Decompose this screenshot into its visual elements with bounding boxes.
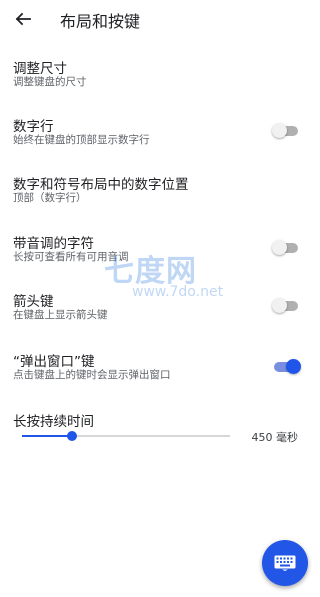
- number-row-switch[interactable]: [272, 122, 300, 140]
- slider-fill: [22, 435, 72, 437]
- setting-subtitle: 点击键盘上的键时会显示弹出窗口: [13, 369, 171, 381]
- keyboard-fab[interactable]: [262, 540, 308, 586]
- long-press-slider[interactable]: [22, 429, 230, 443]
- setting-number-row[interactable]: 数字行 始终在键盘的顶部显示数字行: [0, 110, 320, 150]
- setting-subtitle: 调整键盘的尺寸: [13, 76, 87, 88]
- setting-number-position[interactable]: 数字和符号布局中的数字位置 顶部（数字行）: [0, 168, 320, 208]
- slider-thumb[interactable]: [66, 431, 77, 441]
- long-press-value: 450 毫秒: [251, 431, 299, 444]
- accented-chars-switch[interactable]: [272, 239, 300, 257]
- setting-subtitle: 在键盘上显示箭头键: [13, 309, 108, 321]
- setting-subtitle: 顶部（数字行）: [13, 192, 87, 204]
- popup-key-switch[interactable]: [272, 358, 301, 376]
- arrow-left-icon: [15, 12, 31, 26]
- keyboard-icon: [274, 555, 296, 571]
- setting-subtitle: 始终在键盘的顶部显示数字行: [13, 134, 150, 146]
- setting-adjust-size[interactable]: 调整尺寸 调整键盘的尺寸: [0, 52, 320, 92]
- watermark-url: www.7do.net: [132, 284, 224, 300]
- long-press-title: 长按持续时间: [13, 414, 94, 430]
- page-title: 布局和按键: [60, 12, 141, 31]
- app-bar: 布局和按键: [0, 0, 320, 38]
- setting-popup-key[interactable]: “弹出窗口”键 点击键盘上的键时会显示弹出窗口: [0, 345, 320, 385]
- arrow-keys-switch[interactable]: [272, 297, 300, 315]
- back-button[interactable]: [10, 6, 36, 32]
